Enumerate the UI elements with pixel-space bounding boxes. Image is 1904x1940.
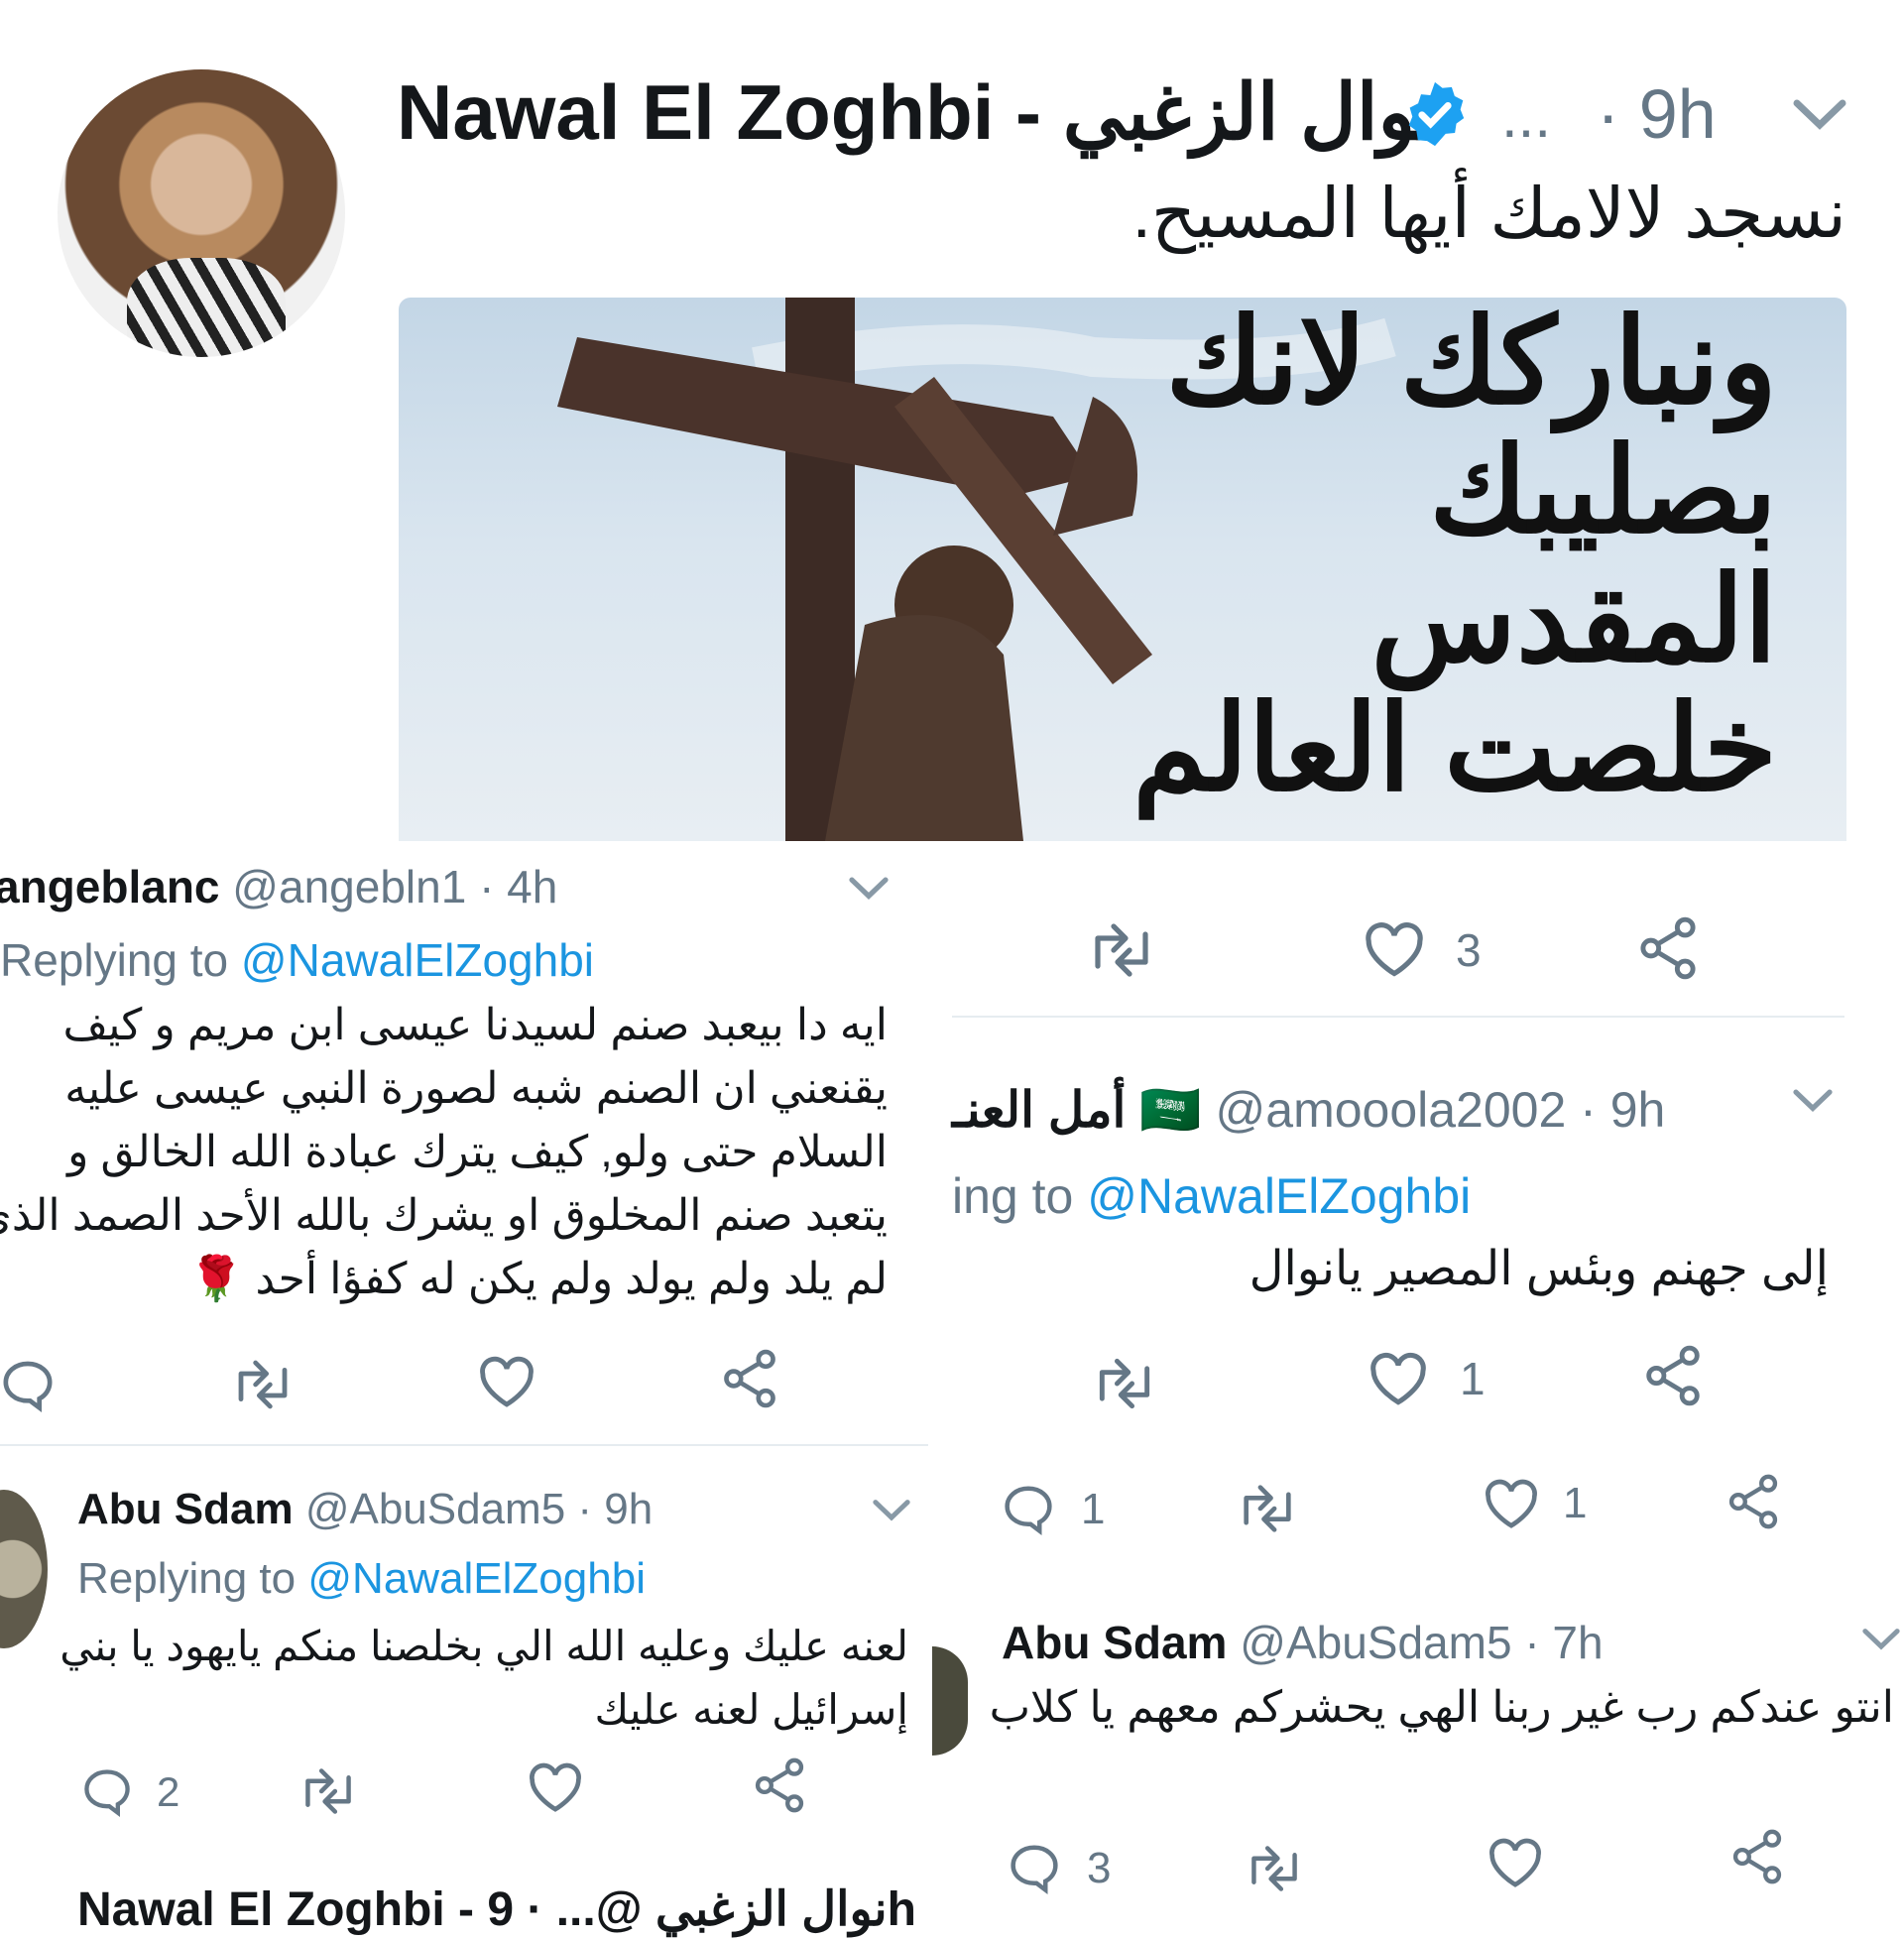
reply-text-line-3: السلام حتى ولو, كيف يترك عبادة الله الخا…	[67, 1128, 888, 1176]
reply-author-name[interactable]: Abu Sdam	[1002, 1617, 1227, 1668]
image-caption-line-4: خلصت العالم	[1132, 682, 1777, 815]
reply-author-handle[interactable]: @amooola2002 · 9h	[1216, 1082, 1666, 1138]
reply-author-name[interactable]: Abu Sdam	[77, 1485, 294, 1533]
more-ellipsis[interactable]: ...	[1501, 77, 1551, 157]
reply-icon[interactable]	[1008, 1841, 1061, 1894]
replying-to-label: Replying to	[0, 934, 229, 986]
replying-to-link[interactable]: @NawalElZoghbi	[1087, 1168, 1471, 1224]
reply-author-handle[interactable]: @angebln1 · 4h	[232, 861, 557, 912]
replying-to-label: Replying to	[77, 1554, 297, 1603]
reply-text-line-1: لعنه عليك وعليه الله الي بخلصنا منكم ياي…	[60, 1623, 908, 1669]
author-avatar[interactable]	[58, 69, 345, 357]
chevron-down-icon[interactable]	[1793, 1087, 1833, 1120]
reply-author-name[interactable]: أمل العنـ	[952, 1082, 1126, 1138]
tweet-time[interactable]: · 9h	[1597, 69, 1717, 159]
reply-icon[interactable]	[1002, 1482, 1055, 1535]
reply-author-handle[interactable]: @AbuSdam5 · 9h	[305, 1485, 653, 1533]
divider	[952, 1016, 1844, 1018]
like-icon[interactable]	[1488, 1837, 1543, 1888]
retweet-icon[interactable]	[1091, 1357, 1158, 1410]
reply-text-line-2: إسرائيل لعنه عليك	[594, 1686, 909, 1733]
saudi-flag-icon: 🇸🇦	[1139, 1082, 1202, 1138]
retweet-icon[interactable]	[230, 1359, 296, 1410]
reply-text-line-5: لم يلد ولم يولد ولم يكن له كفؤا أحد 🌹	[188, 1255, 888, 1303]
reply-avatar[interactable]	[0, 1490, 48, 1648]
image-caption-line-2: بصليبك	[1429, 424, 1777, 557]
reply-text-line-1: ايه دا بيعبد صنم لسيدنا عيسى ابن مريم و …	[62, 1001, 888, 1049]
like-icon[interactable]	[1484, 1478, 1539, 1529]
verified-badge-icon	[1400, 79, 1470, 149]
chevron-down-icon[interactable]	[1793, 97, 1846, 138]
image-caption-line-3: المقدس	[1370, 553, 1777, 686]
reply-text-line-4: يتعبد صنم المخلوق او يشرك بالله الأحد ال…	[0, 1191, 888, 1240]
reply-author-name[interactable]: angeblanc	[0, 861, 220, 912]
retweet-icon[interactable]	[298, 1767, 359, 1815]
like-icon[interactable]	[478, 1355, 536, 1408]
like-icon[interactable]	[528, 1761, 583, 1813]
retweet-icon[interactable]	[1236, 1484, 1299, 1533]
chevron-down-icon[interactable]	[873, 1498, 910, 1528]
reply-count: 1	[1081, 1485, 1106, 1533]
chevron-down-icon[interactable]	[1862, 1627, 1900, 1657]
cutoff-tweet-header[interactable]: Nawal El Zoghbi - نوال الزغبي @... · 9h	[77, 1880, 916, 1940]
like-count: 1	[1460, 1353, 1486, 1404]
share-icon[interactable]	[754, 1758, 805, 1813]
retweet-icon[interactable]	[1244, 1845, 1305, 1892]
reply-text: إلى جهنم وبئس المصير يانوال	[1249, 1243, 1829, 1295]
replying-to-label: ing to	[952, 1168, 1074, 1224]
like-count: 1	[1563, 1479, 1588, 1527]
divider	[0, 1444, 928, 1446]
retweet-icon[interactable]	[1086, 922, 1157, 978]
replying-to-link[interactable]: @NawalElZoghbi	[307, 1554, 646, 1603]
share-icon[interactable]	[1727, 1474, 1779, 1529]
reply-author-handle[interactable]: @AbuSdam5 · 7h	[1240, 1617, 1603, 1668]
tweet-image[interactable]: ونباركك لانك بصليبك المقدس خلصت العالم	[399, 298, 1846, 841]
tweet-text: نسجد لالامك أيها المسيح.	[1131, 175, 1846, 252]
reply-count: 3	[1087, 1844, 1112, 1892]
share-icon[interactable]	[1644, 1345, 1702, 1406]
reply-icon[interactable]	[0, 1357, 56, 1412]
reply-text: انتو عندكم رب غير ربنا الهي يحشركم معهم …	[989, 1683, 1894, 1732]
chevron-down-icon[interactable]	[849, 875, 889, 908]
share-icon[interactable]	[722, 1349, 777, 1408]
author-name[interactable]: Nawal El Zoghbi - نوال الزغبي	[397, 67, 1440, 157]
reply-count: 2	[157, 1768, 180, 1815]
share-icon[interactable]	[1731, 1829, 1783, 1884]
image-caption-line-1: ونباركك لانك	[1165, 298, 1777, 428]
reply-icon[interactable]	[81, 1765, 133, 1817]
reply-avatar[interactable]	[932, 1646, 968, 1756]
replying-to-link[interactable]: @NawalElZoghbi	[241, 934, 594, 986]
share-icon[interactable]	[1638, 916, 1698, 980]
like-icon[interactable]	[1368, 1351, 1428, 1406]
like-count: 3	[1456, 924, 1482, 976]
like-icon[interactable]	[1364, 920, 1425, 978]
reply-text-line-2: يقنعني ان الصنم شبه لصورة النبي عيسى علي…	[64, 1064, 888, 1113]
